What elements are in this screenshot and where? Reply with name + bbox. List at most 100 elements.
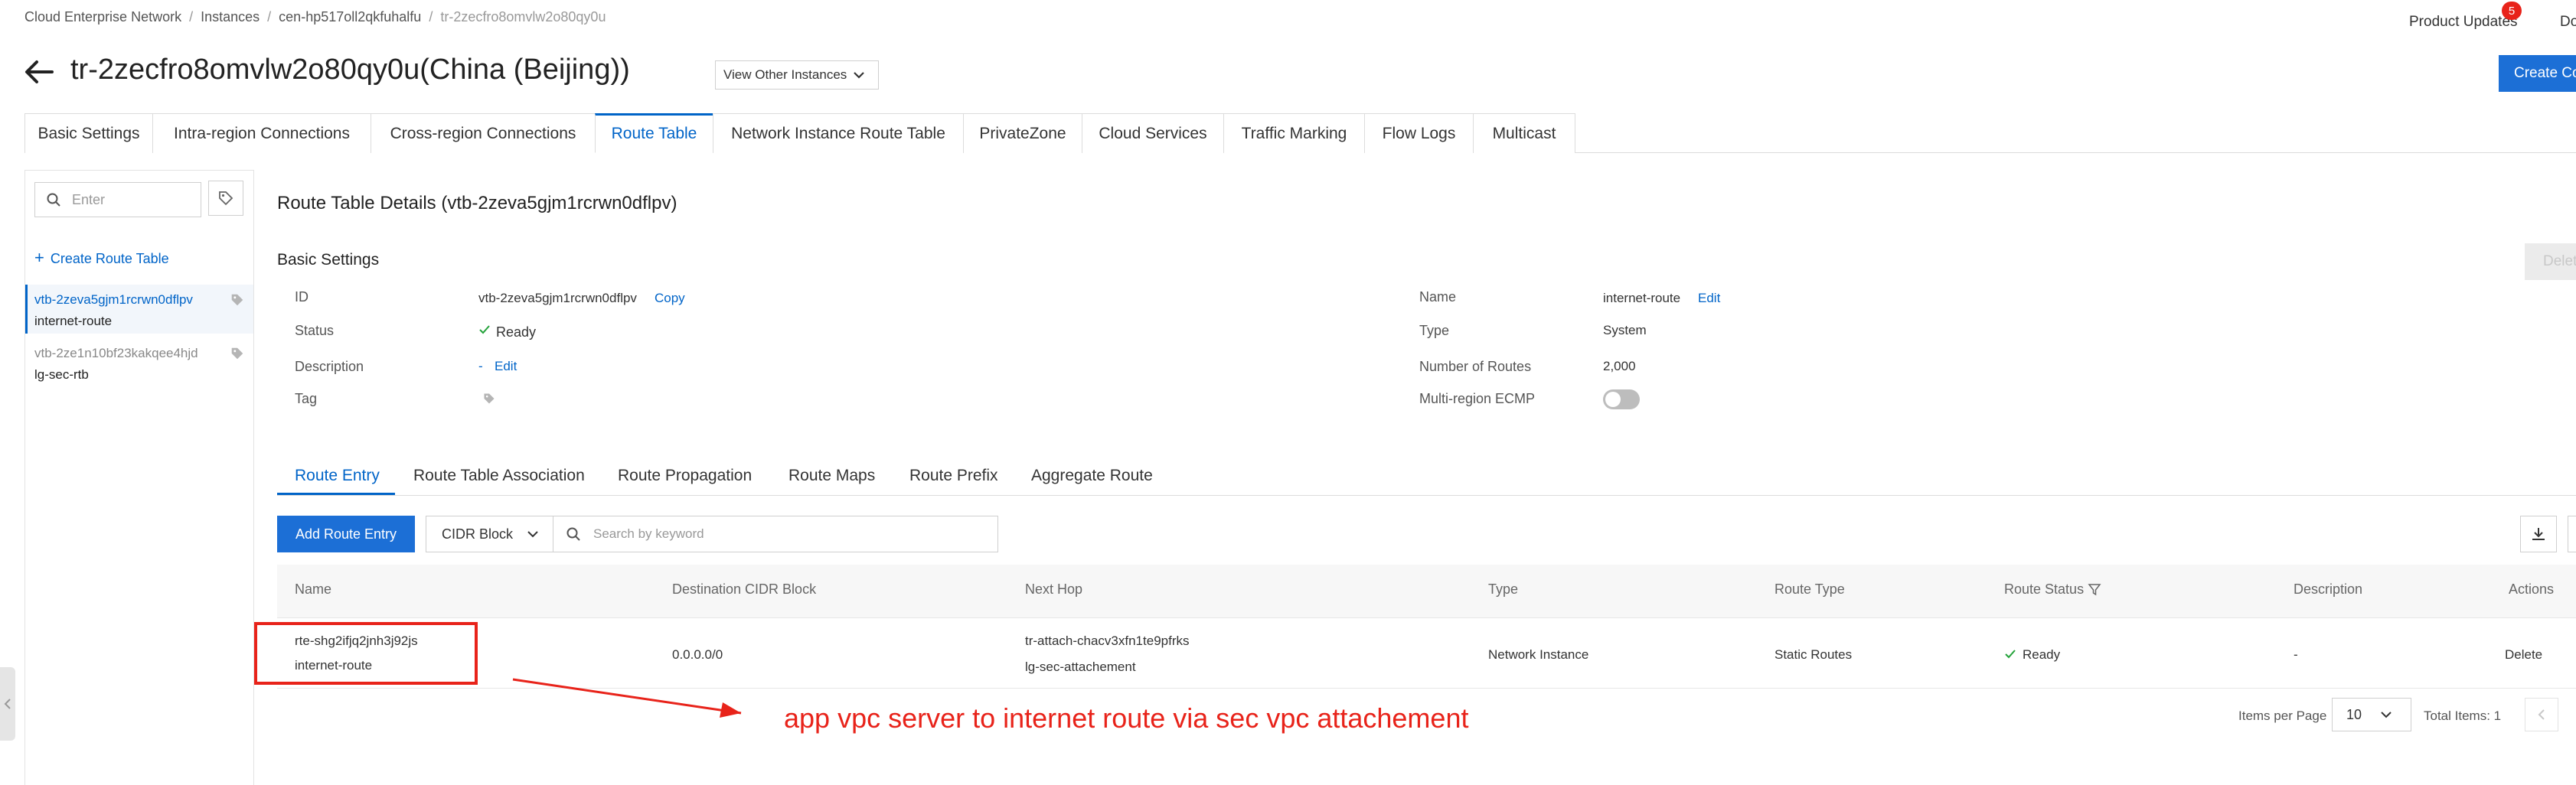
create-button[interactable]: Create Co	[2499, 55, 2576, 92]
docs-link[interactable]: Do	[2560, 14, 2576, 31]
subtab-route-propagation[interactable]: Route Propagation	[618, 467, 752, 485]
subtab-route-prefix[interactable]: Route Prefix	[909, 467, 998, 485]
tab-multicast[interactable]: Multicast	[1473, 113, 1575, 153]
status-value: Ready	[496, 324, 537, 340]
add-route-entry-button[interactable]: Add Route Entry	[277, 516, 415, 552]
route-status-value: Ready	[2023, 647, 2061, 662]
updates-badge: 5	[2502, 2, 2522, 20]
product-updates-label: Product Updates	[2409, 14, 2518, 30]
destination-cidr: 0.0.0.0/0	[672, 647, 723, 662]
delete-button-label: Delet	[2543, 253, 2576, 269]
annotation-arrow-icon	[512, 678, 742, 718]
tab-flow-logs[interactable]: Flow Logs	[1364, 113, 1474, 153]
type-value: Network Instance	[1488, 647, 1589, 662]
name-value: internet-route	[1603, 291, 1681, 305]
name-label: Name	[1419, 289, 1457, 305]
tab-traffic-marking[interactable]: Traffic Marking	[1223, 113, 1365, 153]
th-type: Type	[1488, 581, 1519, 597]
basic-settings-heading: Basic Settings	[277, 251, 380, 269]
cidr-block-select[interactable]: CIDR Block	[426, 516, 553, 552]
th-destination: Destination CIDR Block	[672, 581, 817, 597]
total-items: Total Items: 1	[2424, 708, 2502, 723]
sidebar-item-id: vtb-2ze1n10bf23kakqee4hjd	[34, 346, 198, 360]
ecmp-toggle[interactable]	[1603, 389, 1640, 409]
description-edit-link[interactable]: Edit	[495, 359, 517, 374]
subtab-route-table-association[interactable]: Route Table Association	[413, 467, 585, 485]
back-arrow-icon[interactable]	[23, 58, 54, 86]
subtab-route-entry[interactable]: Route Entry	[295, 467, 380, 485]
table-header-row	[277, 565, 2576, 618]
sidebar-search-placeholder: Enter	[72, 191, 106, 207]
page-title: tr-2zecfro8omvlw2o80qy0u(China (Beijing)…	[70, 54, 630, 86]
th-description: Description	[2294, 581, 2363, 597]
create-route-table-label: Create Route Table	[50, 251, 169, 266]
subtab-aggregate-route[interactable]: Aggregate Route	[1031, 467, 1153, 485]
breadcrumb-item-instances[interactable]: Instances	[201, 9, 260, 25]
breadcrumb-separator: /	[189, 9, 194, 24]
tab-label: Route Table	[611, 125, 697, 142]
tag-icon[interactable]	[482, 392, 496, 406]
view-other-instances-dropdown[interactable]: View Other Instances	[715, 60, 879, 90]
sidebar-search-input[interactable]: Enter	[34, 182, 201, 217]
type-label: Type	[1419, 323, 1450, 338]
sidebar-item-name: lg-sec-rtb	[34, 367, 89, 382]
subtab-active-indicator	[277, 493, 395, 495]
copy-link[interactable]: Copy	[655, 291, 685, 306]
prev-page-button[interactable]	[2525, 698, 2558, 731]
search-icon	[46, 192, 61, 207]
search-icon	[566, 526, 581, 542]
tab-basic-settings[interactable]: Basic Settings	[24, 113, 153, 153]
tab-privatezone[interactable]: PrivateZone	[963, 113, 1082, 153]
download-button[interactable]	[2520, 516, 2557, 552]
tab-cloud-services[interactable]: Cloud Services	[1082, 113, 1224, 153]
breadcrumb-separator: /	[429, 9, 433, 24]
tab-label: Network Instance Route Table	[731, 124, 945, 142]
create-route-table-link[interactable]: + Create Route Table	[34, 248, 169, 267]
tab-route-table[interactable]: Route Table	[595, 113, 713, 153]
page-size-value: 10	[2346, 706, 2362, 722]
th-route-type: Route Type	[1774, 581, 1845, 597]
id-label: ID	[295, 289, 309, 305]
updates-badge-count: 5	[2508, 4, 2516, 18]
th-actions: Actions	[2509, 581, 2555, 597]
toggle-knob	[1605, 392, 1621, 407]
breadcrumb-item-cen-id[interactable]: cen-hp517oll2qkfuhalfu	[279, 9, 421, 25]
sidebar-item-name: internet-route	[34, 314, 113, 328]
route-table-details-heading: Route Table Details (vtb-2zeva5gjm1rcrwn…	[277, 193, 677, 213]
sidebar-collapse-handle[interactable]	[0, 667, 15, 741]
tag-icon	[217, 190, 234, 207]
tab-intra-region[interactable]: Intra-region Connections	[152, 113, 371, 153]
tag-icon[interactable]	[230, 292, 245, 308]
subtab-route-maps[interactable]: Route Maps	[788, 467, 875, 485]
product-updates-link[interactable]: Product Updates	[2409, 14, 2518, 31]
settings-button[interactable]	[2568, 516, 2576, 552]
breadcrumb-item-current: tr-2zecfro8omvlw2o80qy0u	[440, 9, 606, 24]
route-search-input[interactable]: Search by keyword	[553, 516, 998, 552]
tab-cross-region[interactable]: Cross-region Connections	[371, 113, 596, 153]
tag-filter-button[interactable]	[208, 181, 243, 216]
description-value: -	[2294, 647, 2298, 662]
plus-icon: +	[34, 248, 44, 267]
annotation-text: app vpc server to internet route via sec…	[784, 702, 1469, 734]
next-hop-link[interactable]: tr-attach-chacv3xfn1te9pfrks	[1025, 634, 1189, 649]
delete-route-table-button[interactable]: Delet	[2525, 243, 2576, 280]
breadcrumb-item-cen[interactable]: Cloud Enterprise Network	[24, 9, 181, 25]
th-next-hop: Next Hop	[1025, 581, 1083, 597]
ecmp-label: Multi-region ECMP	[1419, 391, 1536, 406]
tab-label: Basic Settings	[38, 124, 140, 142]
filter-icon[interactable]	[2088, 583, 2101, 597]
name-edit-link[interactable]: Edit	[1698, 291, 1720, 306]
chevron-down-icon	[527, 529, 539, 539]
next-hop-name: lg-sec-attachement	[1025, 660, 1136, 674]
page-size-select[interactable]: 10	[2332, 698, 2411, 731]
tab-label: Intra-region Connections	[174, 124, 350, 142]
routes-value: 2,000	[1603, 359, 1636, 373]
checkmark-icon	[478, 324, 491, 335]
tag-icon[interactable]	[230, 346, 245, 361]
tab-network-instance-route-table[interactable]: Network Instance Route Table	[713, 113, 964, 153]
download-icon	[2530, 526, 2547, 542]
status-label: Status	[295, 323, 335, 338]
delete-route-link[interactable]: Delete	[2505, 647, 2542, 663]
breadcrumb: Cloud Enterprise Network / Instances / c…	[24, 9, 606, 25]
view-other-label: View Other Instances	[723, 67, 847, 82]
